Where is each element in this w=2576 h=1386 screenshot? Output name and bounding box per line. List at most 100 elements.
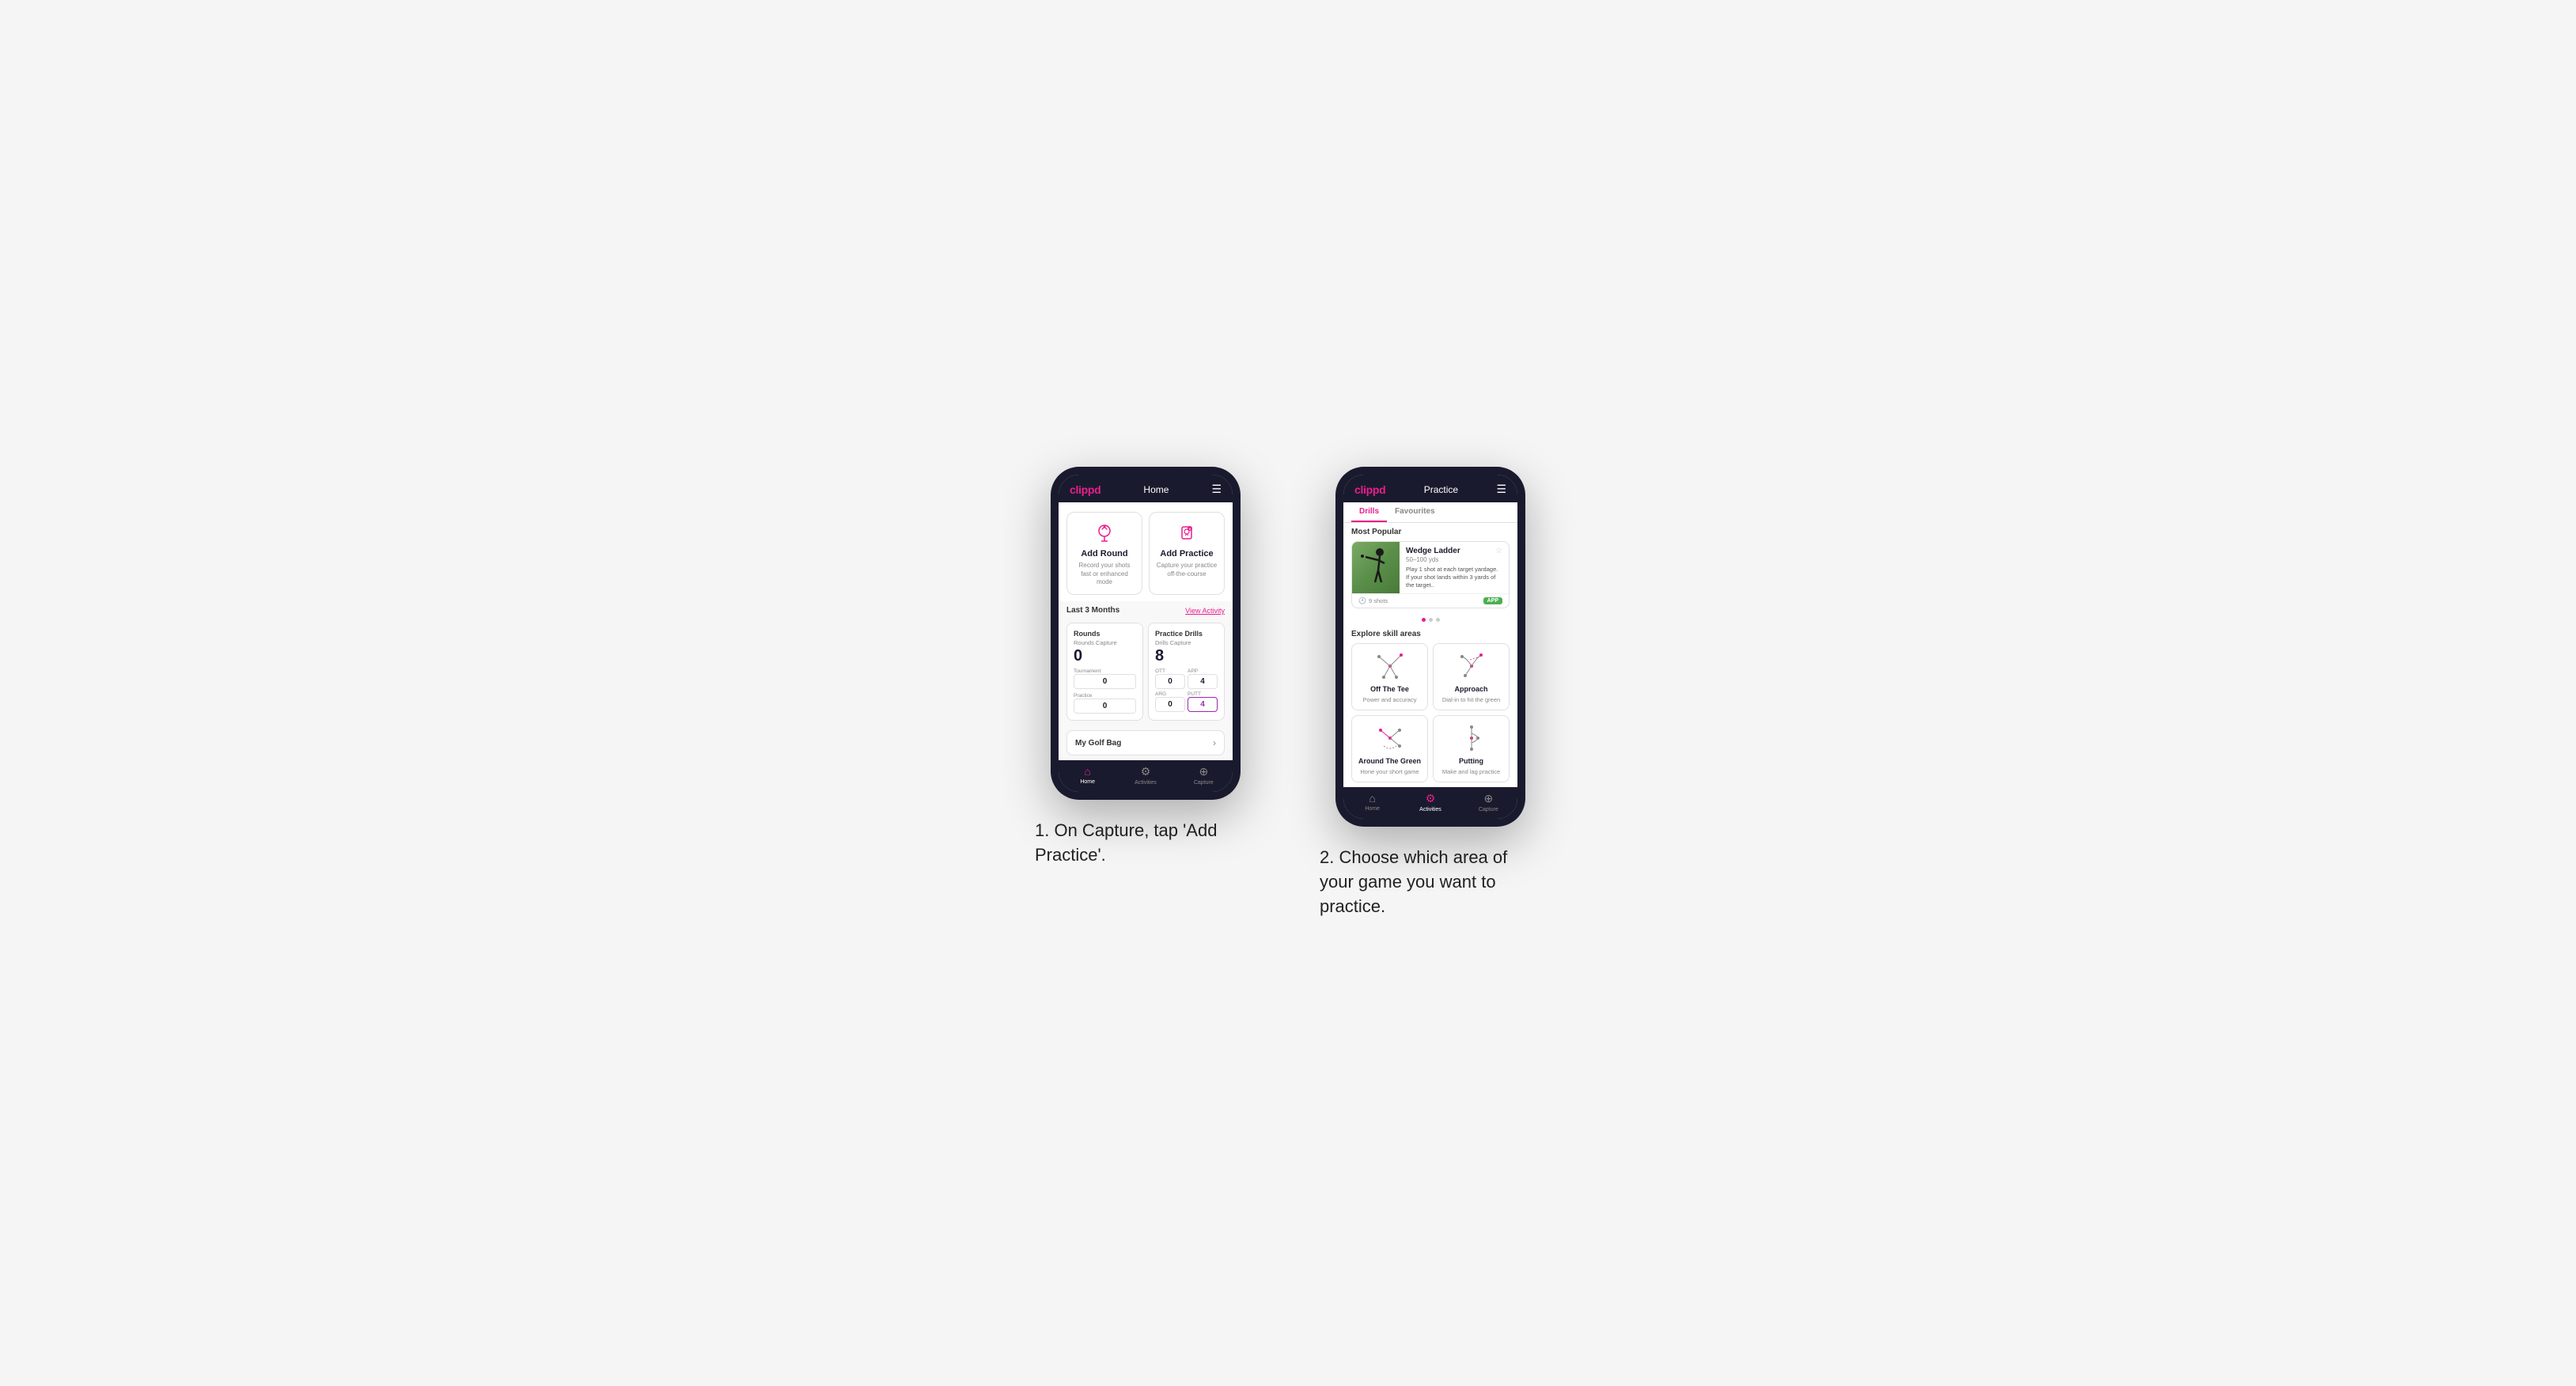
tabs-row: Drills Favourites bbox=[1343, 502, 1517, 523]
putting-icon bbox=[1452, 722, 1491, 754]
putting-subtitle: Make and lag practice bbox=[1442, 768, 1500, 775]
putt-value: 4 bbox=[1188, 697, 1218, 712]
phone1-bottom-nav: ⌂ Home ⚙ Activities ⊕ Capture bbox=[1059, 760, 1233, 792]
add-round-title: Add Round bbox=[1081, 549, 1127, 559]
nav-home[interactable]: ⌂ Home bbox=[1059, 765, 1116, 786]
shots-info: 🕐 9 shots bbox=[1358, 597, 1388, 604]
rounds-capture-value: 0 bbox=[1074, 648, 1136, 664]
add-round-subtitle: Record your shots fast or enhanced mode bbox=[1074, 562, 1135, 586]
featured-card-title: Wedge Ladder bbox=[1406, 547, 1460, 555]
phone2-header: clippd Practice ☰ bbox=[1343, 475, 1517, 502]
skill-approach[interactable]: Approach Dial-in to hit the green bbox=[1433, 643, 1510, 710]
practice-value: 0 bbox=[1074, 699, 1136, 714]
skill-off-the-tee[interactable]: Off The Tee Power and accuracy bbox=[1351, 643, 1428, 710]
featured-image bbox=[1352, 542, 1400, 593]
off-the-tee-subtitle: Power and accuracy bbox=[1363, 696, 1417, 703]
phone2-nav-home[interactable]: ⌂ Home bbox=[1343, 792, 1401, 812]
rounds-stats: Rounds Rounds Capture 0 Tournament 0 Pra… bbox=[1066, 623, 1143, 721]
carousel-dots bbox=[1351, 615, 1510, 625]
phone2-activities-icon: ⚙ bbox=[1426, 792, 1436, 805]
explore-section: Explore skill areas bbox=[1343, 630, 1517, 787]
phone1-screen: clippd Home ☰ bbox=[1059, 475, 1233, 792]
tab-favourites[interactable]: Favourites bbox=[1387, 502, 1443, 522]
add-round-icon bbox=[1092, 521, 1117, 546]
nav-capture-label: Capture bbox=[1194, 780, 1214, 786]
page-container: clippd Home ☰ bbox=[853, 467, 1723, 919]
ott-item: OTT 0 bbox=[1155, 668, 1185, 689]
approach-icon bbox=[1452, 650, 1491, 682]
drills-stats: Practice Drills Drills Capture 8 OTT 0 A… bbox=[1148, 623, 1225, 721]
arg-item: ARG 0 bbox=[1155, 691, 1185, 712]
drills-sub-grid: OTT 0 APP 4 ARG 0 bbox=[1155, 668, 1218, 712]
phone1-header: clippd Home ☰ bbox=[1059, 475, 1233, 502]
tab-drills[interactable]: Drills bbox=[1351, 502, 1387, 522]
activity-header: Last 3 Months View Activity bbox=[1059, 601, 1233, 618]
putt-item: PUTT 4 bbox=[1188, 691, 1218, 712]
activities-icon: ⚙ bbox=[1141, 765, 1151, 778]
phone1-section: clippd Home ☰ bbox=[1035, 467, 1256, 868]
phone1-hamburger-icon[interactable]: ☰ bbox=[1211, 483, 1222, 496]
home-icon: ⌂ bbox=[1084, 765, 1090, 778]
shots-count: 9 shots bbox=[1369, 597, 1388, 604]
nav-activities-label: Activities bbox=[1135, 780, 1157, 786]
arg-value: 0 bbox=[1155, 697, 1185, 712]
featured-card-desc: Play 1 shot at each target yardage. If y… bbox=[1406, 566, 1502, 589]
view-activity-link[interactable]: View Activity bbox=[1185, 607, 1225, 615]
featured-card-footer: 🕐 9 shots APP bbox=[1352, 593, 1509, 608]
putting-title: Putting bbox=[1459, 757, 1483, 765]
add-round-card[interactable]: Add Round Record your shots fast or enha… bbox=[1066, 512, 1142, 595]
phone2-frame: clippd Practice ☰ Drills Favourites Most… bbox=[1335, 467, 1525, 827]
featured-card-inner: Wedge Ladder 50–100 yds ☆ Play 1 shot at… bbox=[1352, 542, 1509, 593]
phone2-logo: clippd bbox=[1354, 483, 1385, 496]
phone2-nav-activities[interactable]: ⚙ Activities bbox=[1401, 792, 1459, 812]
explore-heading: Explore skill areas bbox=[1351, 630, 1510, 638]
around-the-green-icon bbox=[1370, 722, 1410, 754]
approach-title: Approach bbox=[1454, 685, 1487, 693]
skill-grid: Off The Tee Power and accuracy bbox=[1351, 643, 1510, 782]
skill-around-the-green[interactable]: Around The Green Hone your short game bbox=[1351, 715, 1428, 782]
add-practice-card[interactable]: + Add Practice Capture your practice off… bbox=[1149, 512, 1225, 595]
phone2-screen: clippd Practice ☰ Drills Favourites Most… bbox=[1343, 475, 1517, 819]
around-the-green-subtitle: Hone your short game bbox=[1360, 768, 1419, 775]
phone2-nav-capture-label: Capture bbox=[1479, 807, 1498, 812]
practice-label: Practice bbox=[1074, 693, 1136, 699]
ott-label: OTT bbox=[1155, 668, 1185, 674]
add-practice-subtitle: Capture your practice off-the-course bbox=[1156, 562, 1218, 578]
clock-icon: 🕐 bbox=[1358, 597, 1366, 604]
arg-label: ARG bbox=[1155, 691, 1185, 697]
phone2-capture-icon: ⊕ bbox=[1483, 792, 1493, 805]
nav-home-label: Home bbox=[1080, 779, 1095, 785]
around-the-green-title: Around The Green bbox=[1358, 757, 1421, 765]
off-the-tee-title: Off The Tee bbox=[1370, 685, 1409, 693]
star-icon[interactable]: ☆ bbox=[1495, 547, 1502, 555]
nav-activities[interactable]: ⚙ Activities bbox=[1116, 765, 1174, 786]
phone2-nav-home-label: Home bbox=[1365, 806, 1380, 812]
phone2-bottom-nav: ⌂ Home ⚙ Activities ⊕ Capture bbox=[1343, 787, 1517, 819]
phone1-action-cards: Add Round Record your shots fast or enha… bbox=[1059, 502, 1233, 601]
skill-putting[interactable]: Putting Make and lag practice bbox=[1433, 715, 1510, 782]
phone1-frame: clippd Home ☰ bbox=[1051, 467, 1241, 800]
dot-3 bbox=[1436, 618, 1440, 622]
most-popular-section: Most Popular bbox=[1343, 523, 1517, 630]
phone2-hamburger-icon[interactable]: ☰ bbox=[1496, 483, 1506, 496]
featured-card-info: Wedge Ladder 50–100 yds ☆ Play 1 shot at… bbox=[1400, 542, 1509, 593]
tournament-value: 0 bbox=[1074, 674, 1136, 689]
my-golf-bag-label: My Golf Bag bbox=[1075, 739, 1121, 748]
my-golf-bag[interactable]: My Golf Bag › bbox=[1066, 730, 1225, 755]
svg-text:+: + bbox=[1189, 528, 1191, 532]
phone2-section: clippd Practice ☰ Drills Favourites Most… bbox=[1320, 467, 1541, 919]
capture-icon: ⊕ bbox=[1199, 765, 1208, 778]
off-the-tee-icon bbox=[1370, 650, 1410, 682]
approach-subtitle: Dial-in to hit the green bbox=[1442, 696, 1500, 703]
dot-2 bbox=[1429, 618, 1433, 622]
app-label: APP bbox=[1188, 668, 1218, 674]
phone2-nav-capture[interactable]: ⊕ Capture bbox=[1460, 792, 1517, 812]
activity-title: Last 3 Months bbox=[1066, 606, 1119, 615]
phone1-header-title: Home bbox=[1143, 484, 1169, 495]
phone2-home-icon: ⌂ bbox=[1369, 792, 1375, 805]
rounds-capture-label: Rounds Capture bbox=[1074, 639, 1136, 646]
featured-card[interactable]: Wedge Ladder 50–100 yds ☆ Play 1 shot at… bbox=[1351, 541, 1510, 608]
drills-title: Practice Drills bbox=[1155, 630, 1218, 638]
nav-capture[interactable]: ⊕ Capture bbox=[1175, 765, 1233, 786]
drills-capture-value: 8 bbox=[1155, 648, 1218, 664]
